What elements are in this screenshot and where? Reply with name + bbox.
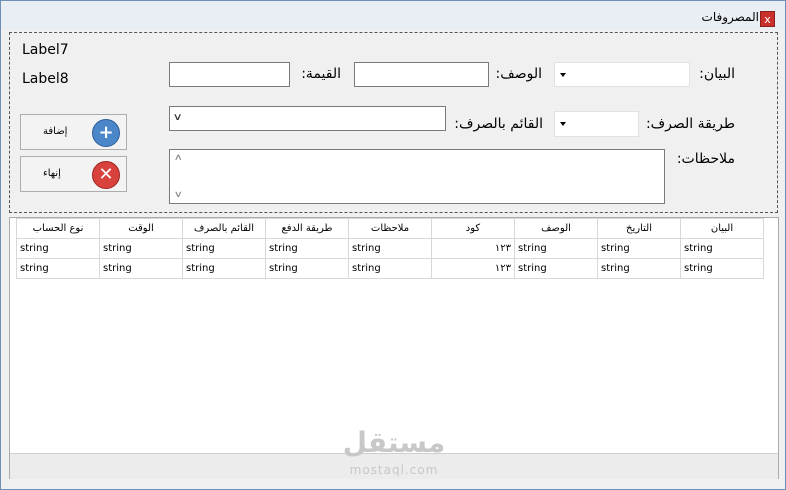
table-cell[interactable]: string bbox=[597, 238, 681, 259]
statement-combo[interactable] bbox=[554, 62, 690, 87]
column-header[interactable]: الوقت bbox=[99, 218, 183, 239]
column-header[interactable]: البيان bbox=[680, 218, 764, 239]
table-cell[interactable]: string bbox=[99, 258, 183, 279]
dropdown-arrow-icon bbox=[560, 122, 566, 126]
table-cell[interactable]: string bbox=[16, 258, 100, 279]
add-button-label: إضافة bbox=[43, 126, 68, 137]
table-cell[interactable]: string bbox=[680, 258, 764, 279]
table-cell[interactable]: string bbox=[597, 258, 681, 279]
description-field[interactable] bbox=[354, 62, 489, 87]
expenses-table: البيان التاريخ الوصف كود ملاحظات طريقة ا… bbox=[16, 218, 764, 279]
payment-method-label: طريقة الصرف: bbox=[645, 116, 735, 132]
chevron-down-icon: ∨ bbox=[172, 112, 183, 123]
column-header[interactable]: الوصف bbox=[514, 218, 598, 239]
table-cell[interactable]: string bbox=[348, 258, 432, 279]
watermark-url: mostaql.com bbox=[349, 463, 439, 477]
table-cell[interactable]: string bbox=[99, 238, 183, 259]
end-button-label: إنهاء bbox=[43, 168, 61, 179]
table-header-row: البيان التاريخ الوصف كود ملاحظات طريقة ا… bbox=[16, 218, 764, 239]
close-circle-icon: ✕ bbox=[92, 161, 120, 189]
payment-method-combo[interactable] bbox=[554, 111, 639, 137]
plus-icon: + bbox=[92, 119, 120, 147]
column-header[interactable]: التاريخ bbox=[597, 218, 681, 239]
table-cell[interactable]: string bbox=[348, 238, 432, 259]
scroll-down-icon[interactable]: ∨ bbox=[174, 190, 183, 200]
description-label: الوصف: bbox=[495, 66, 542, 82]
statement-label: البيان: bbox=[699, 66, 735, 82]
window-title: المصروفات bbox=[701, 10, 759, 24]
table-row[interactable]: string string string ١٢٣ string string s… bbox=[16, 238, 764, 259]
table-cell[interactable]: string bbox=[514, 238, 598, 259]
table-cell[interactable]: string bbox=[680, 238, 764, 259]
close-button[interactable]: x bbox=[760, 11, 775, 27]
label8: Label8 bbox=[22, 71, 69, 87]
table-cell[interactable]: string bbox=[514, 258, 598, 279]
table-cell[interactable]: string bbox=[265, 238, 349, 259]
column-header[interactable]: طريقة الدفع bbox=[265, 218, 349, 239]
table-cell[interactable]: string bbox=[265, 258, 349, 279]
dropdown-arrow-icon bbox=[560, 72, 566, 77]
watermark-logo: مستقل bbox=[342, 426, 446, 459]
label7: Label7 bbox=[22, 42, 69, 58]
table-cell[interactable]: string bbox=[182, 258, 266, 279]
table-cell[interactable]: string bbox=[16, 238, 100, 259]
expenses-window: x المصروفات Label7 Label8 البيان: الوصف:… bbox=[0, 0, 786, 490]
spender-combo[interactable]: ∨ bbox=[169, 106, 446, 131]
value-label: القيمة: bbox=[301, 66, 341, 82]
table-row[interactable]: string string string ١٢٣ string string s… bbox=[16, 258, 764, 279]
notes-label: ملاحظات: bbox=[676, 151, 735, 167]
notes-textarea[interactable]: ∧ ∨ bbox=[169, 149, 665, 204]
add-button[interactable]: إضافة + bbox=[20, 114, 127, 150]
title-bar: x المصروفات bbox=[1, 1, 785, 30]
grid-row-header-column bbox=[763, 218, 778, 279]
column-header[interactable]: كود bbox=[431, 218, 515, 239]
column-header[interactable]: القائم بالصرف bbox=[182, 218, 266, 239]
end-button[interactable]: إنهاء ✕ bbox=[20, 156, 127, 192]
column-header[interactable]: نوع الحساب bbox=[16, 218, 100, 239]
scroll-up-icon[interactable]: ∧ bbox=[174, 153, 183, 163]
table-cell[interactable]: ١٢٣ bbox=[431, 238, 515, 259]
table-cell[interactable]: ١٢٣ bbox=[431, 258, 515, 279]
column-header[interactable]: ملاحظات bbox=[348, 218, 432, 239]
spender-label: القائم بالصرف: bbox=[454, 116, 543, 132]
value-field[interactable] bbox=[169, 62, 290, 87]
table-cell[interactable]: string bbox=[182, 238, 266, 259]
